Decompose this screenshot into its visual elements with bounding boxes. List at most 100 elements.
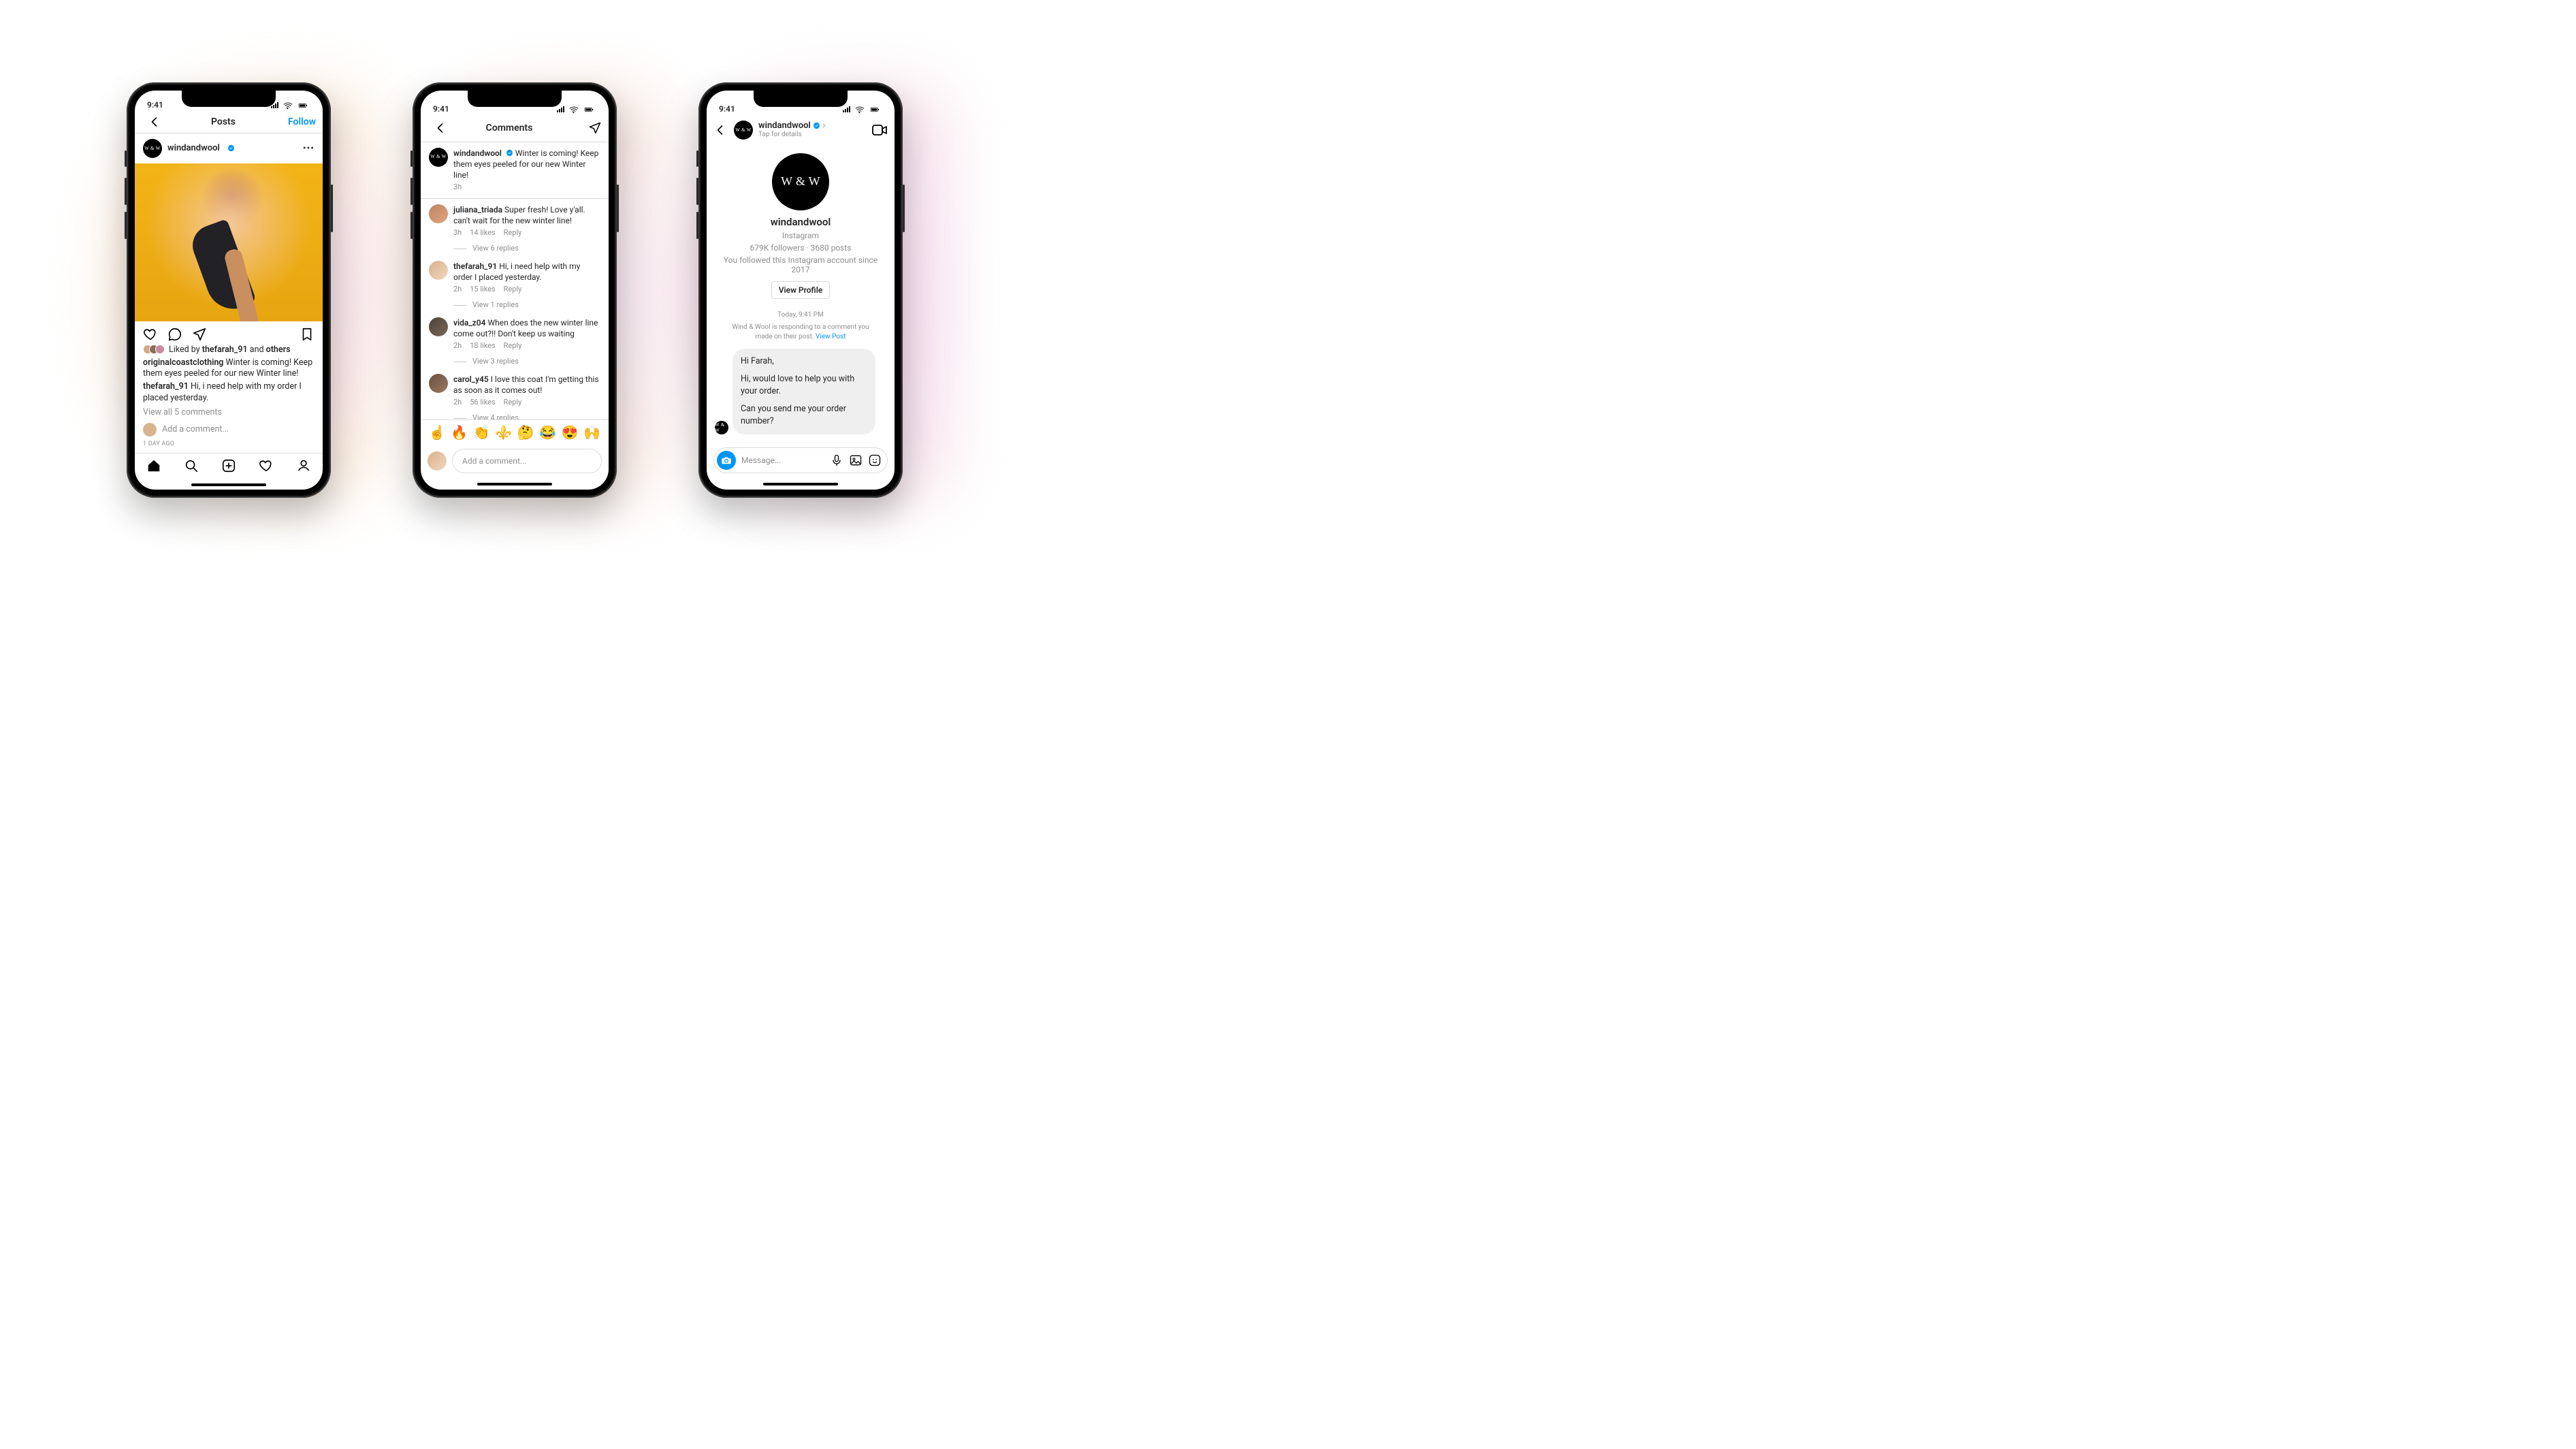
op-time: 3h xyxy=(453,182,462,193)
author-username[interactable]: windandwool xyxy=(167,143,220,153)
liked-by[interactable]: Liked by thefarah_91 and others xyxy=(135,345,323,357)
commenter-avatar[interactable] xyxy=(429,317,448,336)
tab-search[interactable] xyxy=(184,458,199,473)
post-header[interactable]: W & W windandwool ••• xyxy=(135,133,323,163)
actions-row xyxy=(135,321,323,345)
verified-icon xyxy=(227,144,235,152)
tab-add[interactable] xyxy=(221,458,236,473)
wifi-icon xyxy=(855,106,865,114)
like-avatars xyxy=(143,345,165,354)
c-reply[interactable]: Reply xyxy=(504,341,522,351)
back-button[interactable] xyxy=(713,115,728,145)
status-time: 9:41 xyxy=(433,104,449,114)
comment-1: thefarah_91 Hi, i need help with my orde… xyxy=(143,381,315,404)
phone-dm: 9:41 W & W windandwool Tap for details xyxy=(698,82,903,498)
back-button[interactable] xyxy=(142,111,169,133)
battery-icon xyxy=(581,106,596,114)
phone-post: 9:41 Posts Follow W & W windandwool ••• xyxy=(127,82,331,498)
comment-item: juliana_triada Super fresh! Love y'all. … xyxy=(429,199,600,241)
message-input[interactable]: Message... xyxy=(713,447,888,473)
comment-item: thefarah_91 Hi, i need help with my orde… xyxy=(429,255,600,298)
photo-button[interactable] xyxy=(849,453,863,467)
c-time: 2h xyxy=(453,341,462,351)
c-reply[interactable]: Reply xyxy=(504,285,522,295)
comment-user[interactable]: thefarah_91 xyxy=(143,381,189,392)
emoji-btn[interactable]: 🔥 xyxy=(451,424,468,441)
tab-activity[interactable] xyxy=(259,458,274,473)
thread-context: Wind & Wool is responding to a comment y… xyxy=(707,323,895,349)
emoji-bar: ☝️ 🔥 👏 ⚜️ 🤔 😂 😍 🙌 xyxy=(421,419,609,445)
wifi-icon xyxy=(283,101,293,110)
wifi-icon xyxy=(569,106,579,114)
c-likes[interactable]: 14 likes xyxy=(470,228,495,238)
emoji-btn[interactable]: ☝️ xyxy=(429,424,446,441)
tab-profile[interactable] xyxy=(296,458,311,473)
profile-platform: Instagram xyxy=(782,231,819,240)
view-profile-button[interactable]: View Profile xyxy=(771,281,831,299)
comment-input-placeholder: Add a comment... xyxy=(462,456,526,466)
c-likes[interactable]: 18 likes xyxy=(470,341,495,351)
more-button[interactable]: ••• xyxy=(303,143,315,154)
liked-by-others[interactable]: others xyxy=(266,345,291,355)
emoji-btn[interactable]: ⚜️ xyxy=(495,424,512,441)
commenter-user[interactable]: thefarah_91 xyxy=(453,261,497,271)
comment-button[interactable] xyxy=(167,327,182,342)
profile-stats: 679K followers · 3680 posts xyxy=(750,243,851,253)
profile-avatar[interactable]: W & W xyxy=(772,153,829,210)
like-button[interactable] xyxy=(143,327,158,342)
view-replies[interactable]: View 6 replies xyxy=(429,241,600,255)
status-time: 9:41 xyxy=(719,104,735,114)
caption: originalcoastclothing Winter is coming! … xyxy=(143,357,315,381)
dm-avatar[interactable]: W & W xyxy=(734,121,753,140)
view-post-link[interactable]: View Post xyxy=(816,333,846,340)
liked-by-user[interactable]: thefarah_91 xyxy=(202,345,248,355)
commenter-avatar[interactable] xyxy=(429,204,448,223)
op-user[interactable]: windandwool xyxy=(453,148,502,158)
emoji-btn[interactable]: 😂 xyxy=(539,424,556,441)
battery-icon xyxy=(295,101,310,110)
author-avatar[interactable]: W & W xyxy=(429,148,448,167)
caption-user[interactable]: originalcoastclothing xyxy=(143,357,223,368)
comment-input[interactable]: Add a comment... xyxy=(452,449,602,473)
video-call-button[interactable] xyxy=(871,122,888,138)
emoji-btn[interactable]: 🤔 xyxy=(517,424,534,441)
post-image[interactable] xyxy=(135,163,323,321)
view-replies[interactable]: View 1 replies xyxy=(429,298,600,312)
commenter-avatar[interactable] xyxy=(429,261,448,280)
message-input-row: Message... xyxy=(707,442,895,479)
view-replies[interactable]: View 4 replies xyxy=(429,411,600,419)
commenter-user[interactable]: carol_y45 xyxy=(453,375,489,384)
c-time: 2h xyxy=(453,285,462,295)
tab-home[interactable] xyxy=(146,458,161,473)
commenter-avatar[interactable] xyxy=(429,374,448,393)
add-comment[interactable]: Add a comment... xyxy=(135,419,323,441)
follow-button[interactable]: Follow xyxy=(278,116,316,127)
share-button[interactable] xyxy=(192,327,207,342)
dm-title[interactable]: windandwool Tap for details xyxy=(758,121,828,138)
sticker-button[interactable] xyxy=(868,453,882,467)
share-button[interactable] xyxy=(564,115,602,142)
commenter-user[interactable]: juliana_triada xyxy=(453,205,502,214)
topbar: Comments xyxy=(421,115,609,142)
msg-line: Hi, would love to help you with your ord… xyxy=(741,373,867,398)
c-likes[interactable]: 56 likes xyxy=(470,398,495,408)
emoji-btn[interactable]: 😍 xyxy=(562,424,579,441)
view-all-comments[interactable]: View all 5 comments xyxy=(143,407,315,419)
verified-icon xyxy=(506,149,513,157)
mic-button[interactable] xyxy=(830,453,843,467)
emoji-btn[interactable]: 👏 xyxy=(473,424,490,441)
c-likes[interactable]: 15 likes xyxy=(470,285,495,295)
back-button[interactable] xyxy=(428,115,455,142)
emoji-btn[interactable]: 🙌 xyxy=(583,424,600,441)
view-replies[interactable]: View 3 replies xyxy=(429,354,600,368)
c-reply[interactable]: Reply xyxy=(504,398,522,408)
profile-name: windandwool xyxy=(771,216,831,228)
status-time: 9:41 xyxy=(147,100,163,110)
c-reply[interactable]: Reply xyxy=(504,228,522,238)
dm-username: windandwool xyxy=(758,121,811,131)
camera-button[interactable] xyxy=(717,451,736,470)
page-title: Comments xyxy=(455,123,564,133)
author-avatar[interactable]: W & W xyxy=(143,139,162,158)
commenter-user[interactable]: vida_z04 xyxy=(453,318,485,328)
save-button[interactable] xyxy=(300,327,315,342)
